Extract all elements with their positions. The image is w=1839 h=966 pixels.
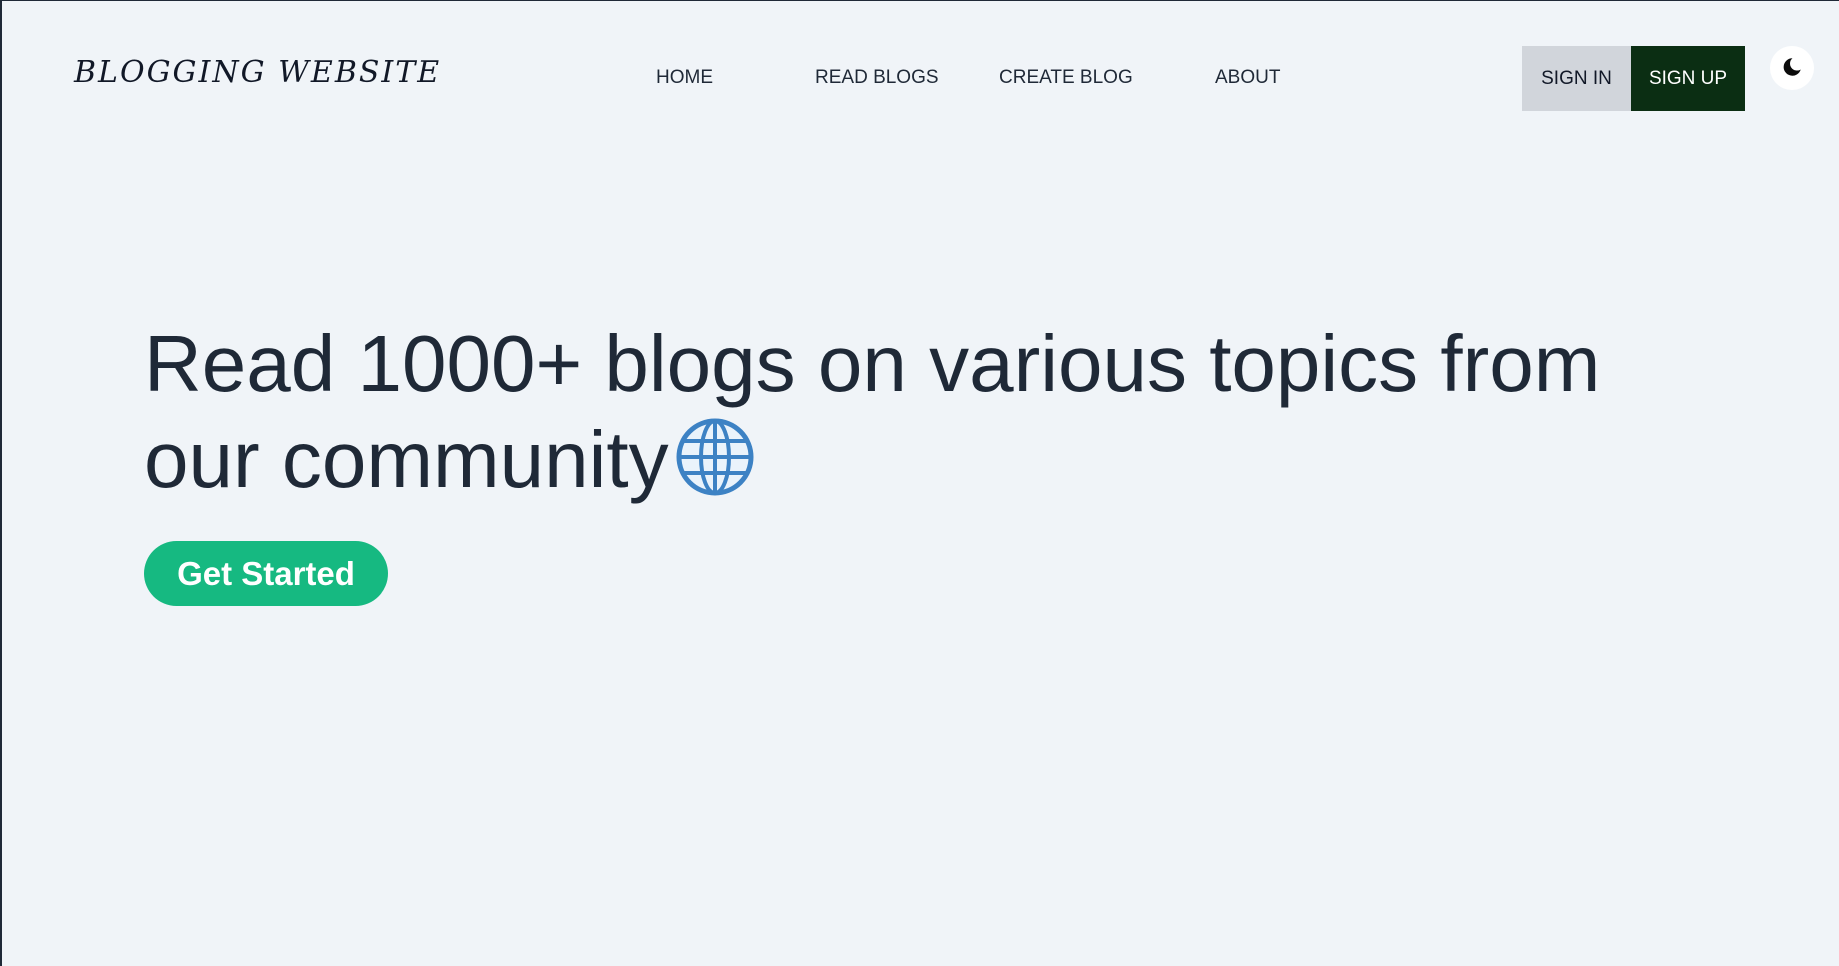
globe-icon <box>675 417 755 518</box>
moon-icon <box>1781 56 1803 81</box>
nav-item-create-blog[interactable]: CREATE BLOG <box>999 67 1133 89</box>
hero-title: Read 1000+ blogs on various topics from … <box>144 316 1704 518</box>
nav-item-home[interactable]: HOME <box>656 67 713 89</box>
nav-item-about[interactable]: ABOUT <box>1215 67 1280 89</box>
sign-in-button[interactable]: SIGN IN <box>1522 46 1631 111</box>
get-started-button[interactable]: Get Started <box>144 541 388 606</box>
page: BLOGGING WEBSITE HOME READ BLOGS CREATE … <box>0 0 1839 966</box>
sign-up-button[interactable]: SIGN UP <box>1631 46 1745 111</box>
nav-item-read-blogs[interactable]: READ BLOGS <box>815 67 939 89</box>
theme-toggle-button[interactable] <box>1770 46 1814 90</box>
hero-title-text: Read 1000+ blogs on various topics from … <box>144 319 1601 504</box>
